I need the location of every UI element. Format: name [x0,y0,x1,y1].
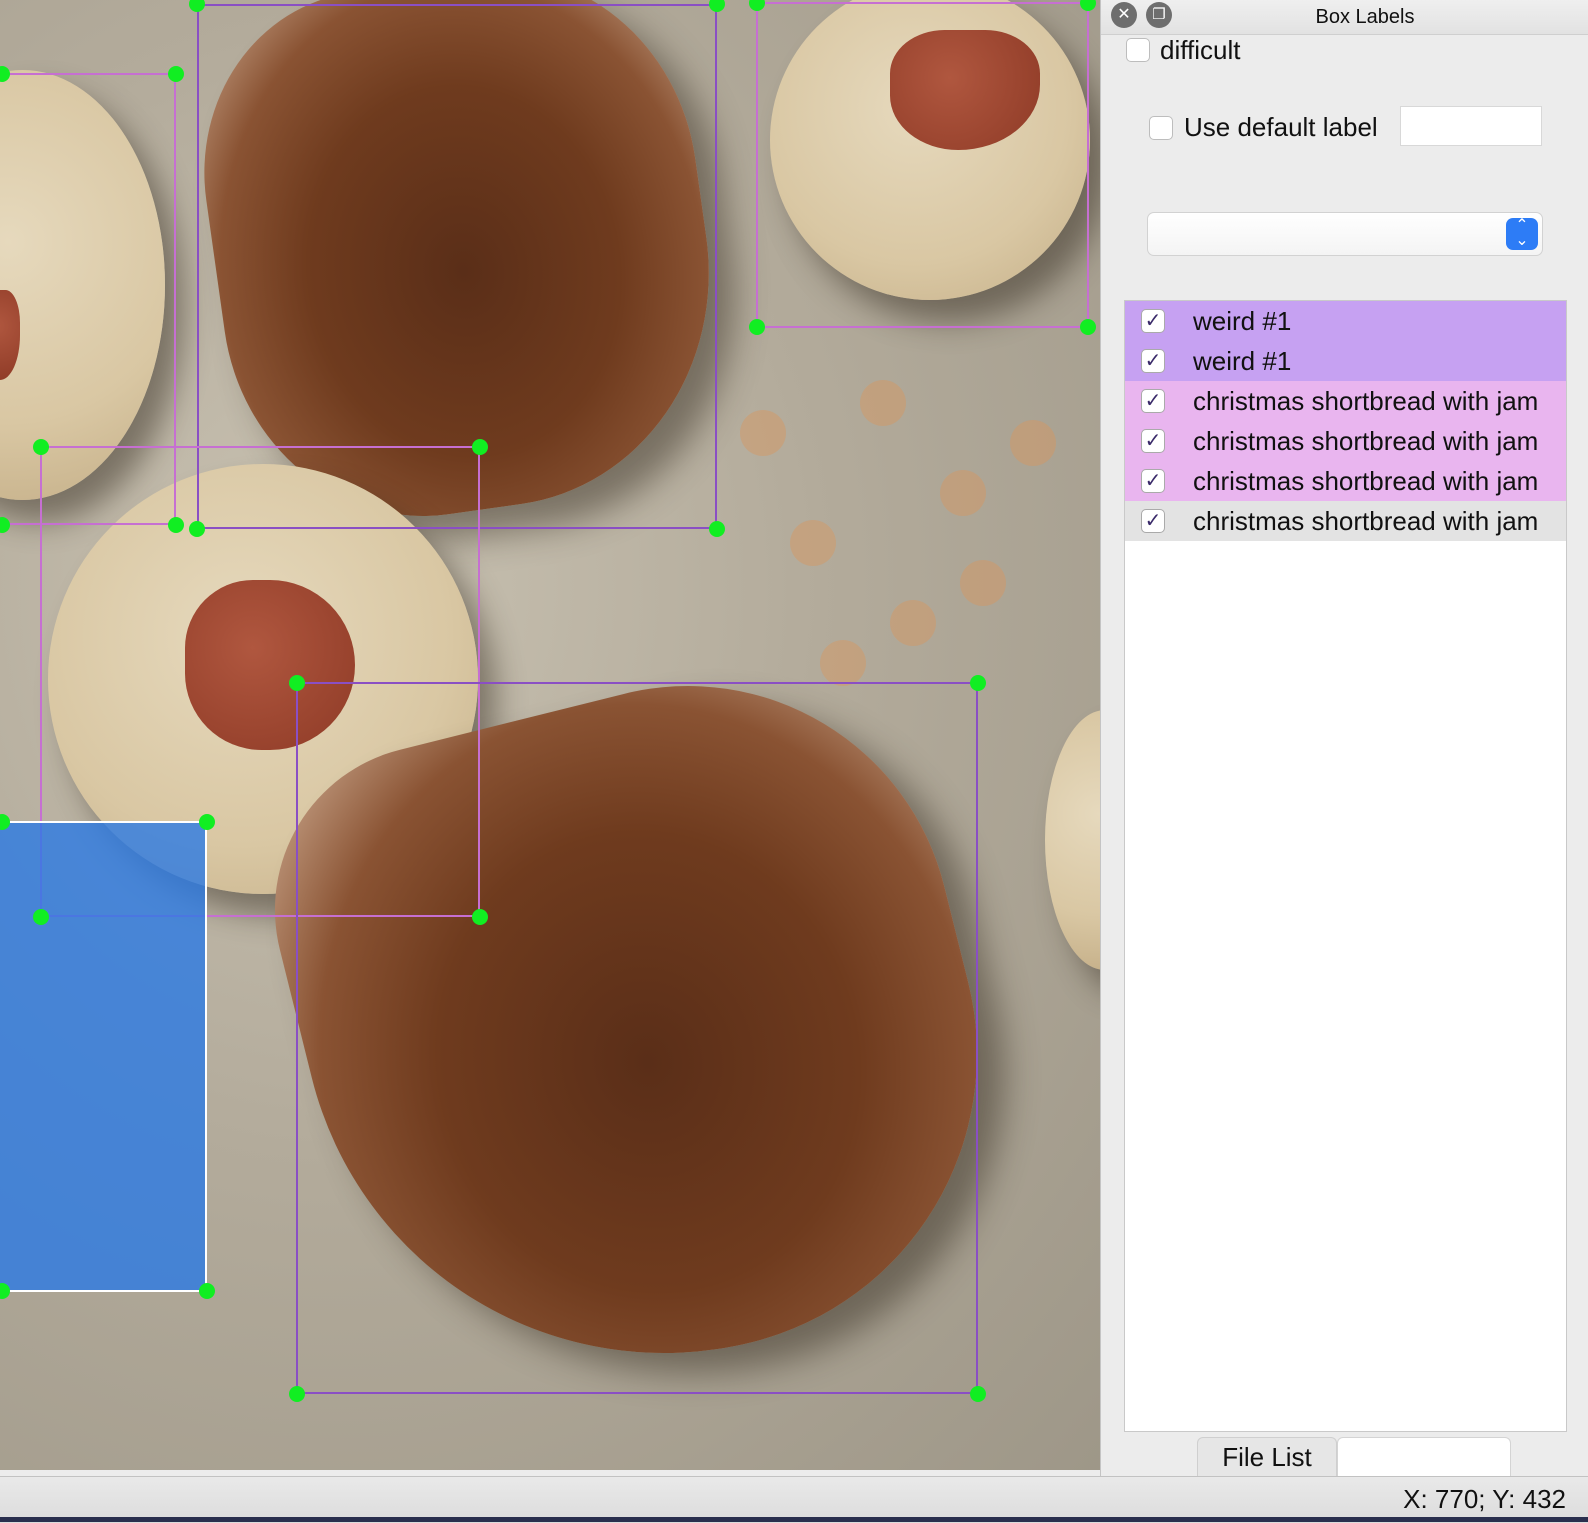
tab-blank[interactable] [1337,1437,1511,1477]
corner-handle[interactable] [970,675,986,691]
item-checkbox[interactable]: ✓ [1141,429,1165,453]
corner-handle[interactable] [749,319,765,335]
label-list-item[interactable]: ✓ weird #1 [1125,301,1566,341]
image-canvas[interactable] [0,0,1100,1470]
use-default-label-text: Use default label [1184,112,1378,142]
corner-handle[interactable] [289,675,305,691]
bbox-shortbread[interactable] [756,2,1089,328]
label-list-item[interactable]: ✓ christmas shortbread with jam [1125,381,1566,421]
item-label: weird #1 [1193,306,1292,336]
label-list-item[interactable]: ✓ christmas shortbread with jam [1125,501,1566,541]
bbox-weird[interactable] [296,682,978,1394]
chevron-updown-icon: ⌃ ⌄ [1506,218,1538,250]
corner-handle[interactable] [0,517,10,533]
item-checkbox[interactable]: ✓ [1141,469,1165,493]
label-list-item[interactable]: ✓ weird #1 [1125,341,1566,381]
difficult-checkbox[interactable] [1126,38,1150,62]
corner-handle[interactable] [1080,0,1096,11]
fabric-dot [960,560,1006,606]
fabric-dot [890,600,936,646]
item-label: christmas shortbread with jam [1193,426,1539,456]
cursor-coordinates: X: 770; Y: 432 [1403,1484,1566,1514]
fabric-dot [740,410,786,456]
corner-handle[interactable] [0,1283,10,1299]
corner-handle[interactable] [168,517,184,533]
corner-handle[interactable] [709,521,725,537]
item-label: christmas shortbread with jam [1193,466,1539,496]
fabric-dot [860,380,906,426]
bbox-selected[interactable] [0,821,207,1292]
difficult-label: difficult [1160,35,1241,65]
corner-handle[interactable] [472,439,488,455]
window-bottom-edge [0,1517,1588,1522]
label-combo-box[interactable]: ⌃ ⌄ [1147,212,1543,256]
item-label: weird #1 [1193,346,1292,376]
corner-handle[interactable] [168,66,184,82]
corner-handle[interactable] [33,439,49,455]
fabric-dot [1010,420,1056,466]
item-checkbox[interactable]: ✓ [1141,309,1165,333]
fabric-dot [790,520,836,566]
corner-handle[interactable] [472,909,488,925]
status-bar: X: 770; Y: 432 [0,1476,1588,1523]
use-default-label-checkbox[interactable] [1149,116,1173,140]
label-list-item[interactable]: ✓ christmas shortbread with jam [1125,461,1566,501]
label-list[interactable]: ✓ weird #1 ✓ weird #1 ✓ christmas shortb… [1124,300,1567,1432]
corner-handle[interactable] [970,1386,986,1402]
cookie-edge [1045,710,1100,970]
label-list-item[interactable]: ✓ christmas shortbread with jam [1125,421,1566,461]
dock-title: Box Labels [1315,6,1415,28]
fabric-dot [820,640,866,686]
corner-handle[interactable] [199,1283,215,1299]
fabric-dot [940,470,986,516]
item-checkbox[interactable]: ✓ [1141,349,1165,373]
tab-file-list[interactable]: File List [1197,1437,1337,1477]
default-label-input[interactable] [1400,106,1542,146]
corner-handle[interactable] [189,521,205,537]
dock-titlebar: ✕ ❐ Box Labels [1101,0,1588,35]
corner-handle[interactable] [199,814,215,830]
corner-handle[interactable] [709,0,725,12]
item-checkbox[interactable]: ✓ [1141,389,1165,413]
item-label: christmas shortbread with jam [1193,506,1539,536]
corner-handle[interactable] [33,909,49,925]
item-label: christmas shortbread with jam [1193,386,1539,416]
item-checkbox[interactable]: ✓ [1141,509,1165,533]
corner-handle[interactable] [289,1386,305,1402]
corner-handle[interactable] [1080,319,1096,335]
